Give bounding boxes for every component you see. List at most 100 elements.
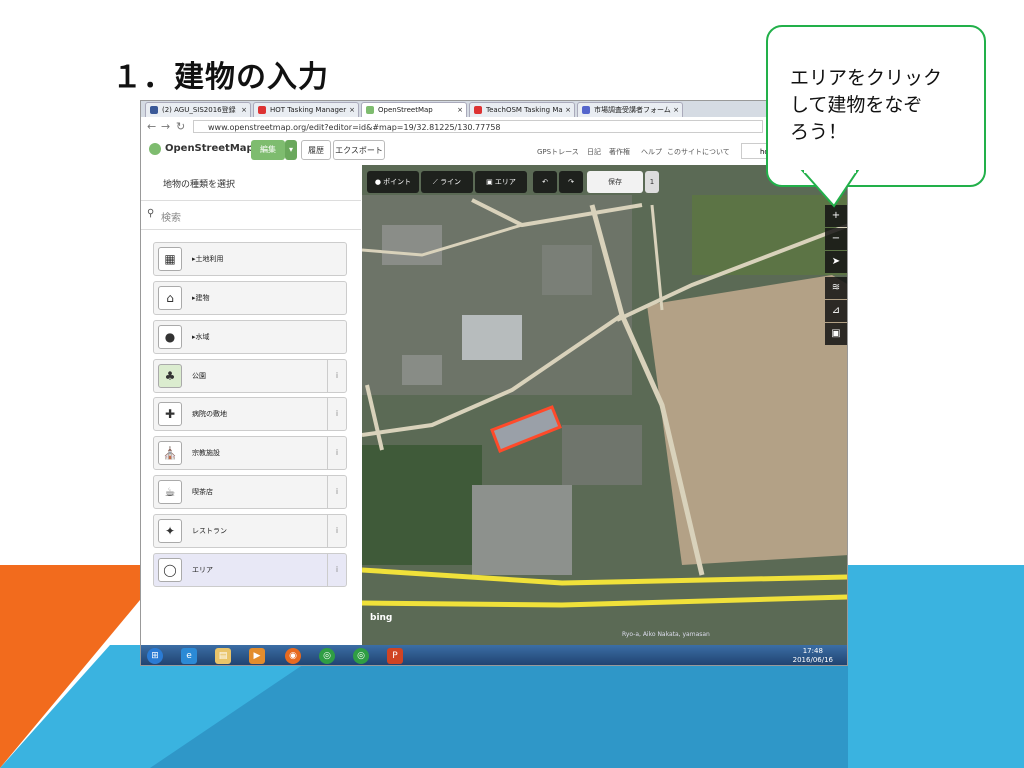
clock[interactable]: 17:48 2016/06/16 — [793, 647, 833, 665]
tab-label: OpenStreetMap — [378, 106, 433, 114]
search-icon: ⚲ — [147, 208, 155, 219]
area-label: エリア — [494, 178, 516, 186]
close-icon[interactable]: × — [457, 103, 463, 117]
save-button[interactable]: 保存 — [587, 171, 643, 193]
tab-label: TeachOSM Tasking Ma — [486, 106, 563, 114]
help-icon[interactable]: ▣ — [825, 323, 847, 345]
point-label: ポイント — [383, 178, 412, 186]
layers-icon[interactable]: ≋ — [825, 277, 847, 299]
copyright-link[interactable]: 著作権 — [609, 147, 630, 157]
tab-bar: (2) AGU_SIS2016登録 × HOT Tasking Manager × … — [141, 101, 847, 117]
diary-link[interactable]: 日記 — [587, 147, 601, 157]
tab-label: HOT Tasking Manager — [270, 106, 347, 114]
info-icon[interactable]: i — [327, 437, 346, 469]
preset-religious[interactable]: ⛪ 宗教施設 i — [153, 436, 347, 470]
history-button[interactable]: 履歴 — [301, 140, 331, 160]
favicon-icon — [582, 106, 590, 114]
browser-screenshot: (2) AGU_SIS2016登録 × HOT Tasking Manager × … — [140, 100, 848, 666]
favicon-icon — [474, 106, 482, 114]
osm-header: OpenStreetMap 編集 ▾ 履歴 エクスポート GPSトレース 日記 … — [141, 137, 847, 166]
osm-logo-icon — [149, 143, 161, 155]
address-bar: ← → ↻ www.openstreetmap.org/edit?editor=… — [141, 117, 847, 138]
callout-line-2: して建物をなぞ — [790, 94, 923, 116]
info-icon[interactable]: i — [327, 515, 346, 547]
close-icon[interactable]: × — [241, 103, 247, 117]
tab-1[interactable]: (2) AGU_SIS2016登録 × — [145, 102, 251, 117]
zoom-out-icon[interactable]: − — [825, 228, 847, 250]
back-icon[interactable]: ← — [147, 120, 156, 133]
url-field[interactable]: www.openstreetmap.org/edit?editor=id&#ma… — [193, 120, 763, 133]
clock-date: 2016/06/16 — [792, 656, 833, 664]
callout-tail — [800, 170, 860, 208]
preset-park[interactable]: ♣ 公園 i — [153, 359, 347, 393]
add-line-button[interactable]: ⟋ ライン — [421, 171, 473, 193]
search-input[interactable]: ⚲ 検索 — [141, 200, 361, 230]
sidebar-title: 地物の種類を選択 — [163, 180, 236, 190]
help-link[interactable]: ヘルプ — [641, 147, 662, 157]
media-player-icon[interactable]: ▶ — [249, 648, 265, 664]
tab-label: (2) AGU_SIS2016登録 — [162, 106, 236, 114]
close-icon[interactable]: × — [349, 103, 355, 117]
hospital-icon: ✚ — [158, 402, 182, 426]
preset-label: 公園 — [192, 372, 206, 380]
preset-restaurant[interactable]: ✦ レストラン i — [153, 514, 347, 548]
export-button[interactable]: エクスポート — [333, 140, 385, 160]
tree-icon: ♣ — [158, 364, 182, 388]
powerpoint-icon[interactable]: P — [387, 648, 403, 664]
preset-label: エリア — [192, 566, 213, 574]
redo-icon[interactable]: ↷ — [559, 171, 583, 193]
satellite-imagery[interactable] — [362, 165, 848, 645]
folder-icon[interactable]: ▤ — [215, 648, 231, 664]
info-icon[interactable]: i — [327, 360, 346, 392]
edit-dropdown-icon[interactable]: ▾ — [285, 140, 297, 160]
chrome-icon[interactable]: ◎ — [319, 648, 335, 664]
religious-icon: ⛪ — [158, 441, 182, 465]
tab-5[interactable]: 市場調査受講者フォーム × — [577, 102, 683, 117]
preset-label: 喫茶店 — [192, 488, 213, 496]
reload-icon[interactable]: ↻ — [176, 120, 185, 133]
landuse-icon: ▦ — [158, 247, 182, 271]
preset-cafe[interactable]: ☕ 喫茶店 i — [153, 475, 347, 509]
info-icon[interactable]: i — [327, 398, 346, 430]
add-area-button[interactable]: ▣ エリア — [475, 171, 527, 193]
edit-button[interactable]: 編集 — [251, 140, 285, 160]
chrome-icon[interactable]: ◎ — [353, 648, 369, 664]
windows-taskbar: ⊞ e ▤ ▶ ◉ ◎ ◎ P 17:48 2016/06/16 — [141, 645, 847, 665]
tab-2[interactable]: HOT Tasking Manager × — [253, 102, 359, 117]
info-icon[interactable]: i — [327, 476, 346, 508]
preset-label: 病院の敷地 — [192, 410, 227, 418]
callout-bubble: エリアをクリック して建物をなぞ ろう！ — [766, 25, 986, 187]
forward-icon[interactable]: → — [161, 120, 170, 133]
map-view[interactable]: ● ポイント ⟋ ライン ▣ エリア ↶ ↷ 保存 1 + − ➤ ≋ ⊿ ▣ … — [362, 165, 848, 645]
close-icon[interactable]: × — [673, 103, 679, 117]
clock-time: 17:48 — [802, 647, 823, 655]
close-icon[interactable]: × — [565, 103, 571, 117]
favicon-icon — [366, 106, 374, 114]
preset-label: 宗教施設 — [192, 449, 220, 457]
edit-count-badge: 1 — [645, 171, 659, 193]
add-point-button[interactable]: ● ポイント — [367, 171, 419, 193]
gps-traces-link[interactable]: GPSトレース — [537, 147, 579, 157]
tab-label: 市場調査受講者フォーム — [594, 106, 671, 114]
preset-water[interactable]: ● ▸水域 — [153, 320, 347, 354]
firefox-icon[interactable]: ◉ — [285, 648, 301, 664]
line-label: ライン — [440, 178, 462, 186]
about-link[interactable]: このサイトについて — [667, 147, 730, 157]
preset-landuse[interactable]: ▦ ▸土地利用 — [153, 242, 347, 276]
attribution: Ryo-a, Aiko Nakata, yamasan — [622, 631, 710, 638]
tab-4[interactable]: TeachOSM Tasking Ma × — [469, 102, 575, 117]
ie-icon[interactable]: e — [181, 648, 197, 664]
favicon-icon — [150, 106, 158, 114]
osm-logo[interactable]: OpenStreetMap — [149, 143, 254, 155]
slide-title: １．建物の入力 — [112, 60, 329, 95]
tab-3[interactable]: OpenStreetMap × — [361, 102, 467, 117]
preset-hospital[interactable]: ✚ 病院の敷地 i — [153, 397, 347, 431]
geolocate-icon[interactable]: ➤ — [825, 251, 847, 273]
map-data-icon[interactable]: ⊿ — [825, 300, 847, 322]
preset-area[interactable]: ◯ エリア i — [153, 553, 347, 587]
start-icon[interactable]: ⊞ — [147, 648, 163, 664]
info-icon[interactable]: i — [327, 554, 346, 586]
undo-icon[interactable]: ↶ — [533, 171, 557, 193]
cafe-icon: ☕ — [158, 480, 182, 504]
preset-building[interactable]: ⌂ ▸建物 — [153, 281, 347, 315]
